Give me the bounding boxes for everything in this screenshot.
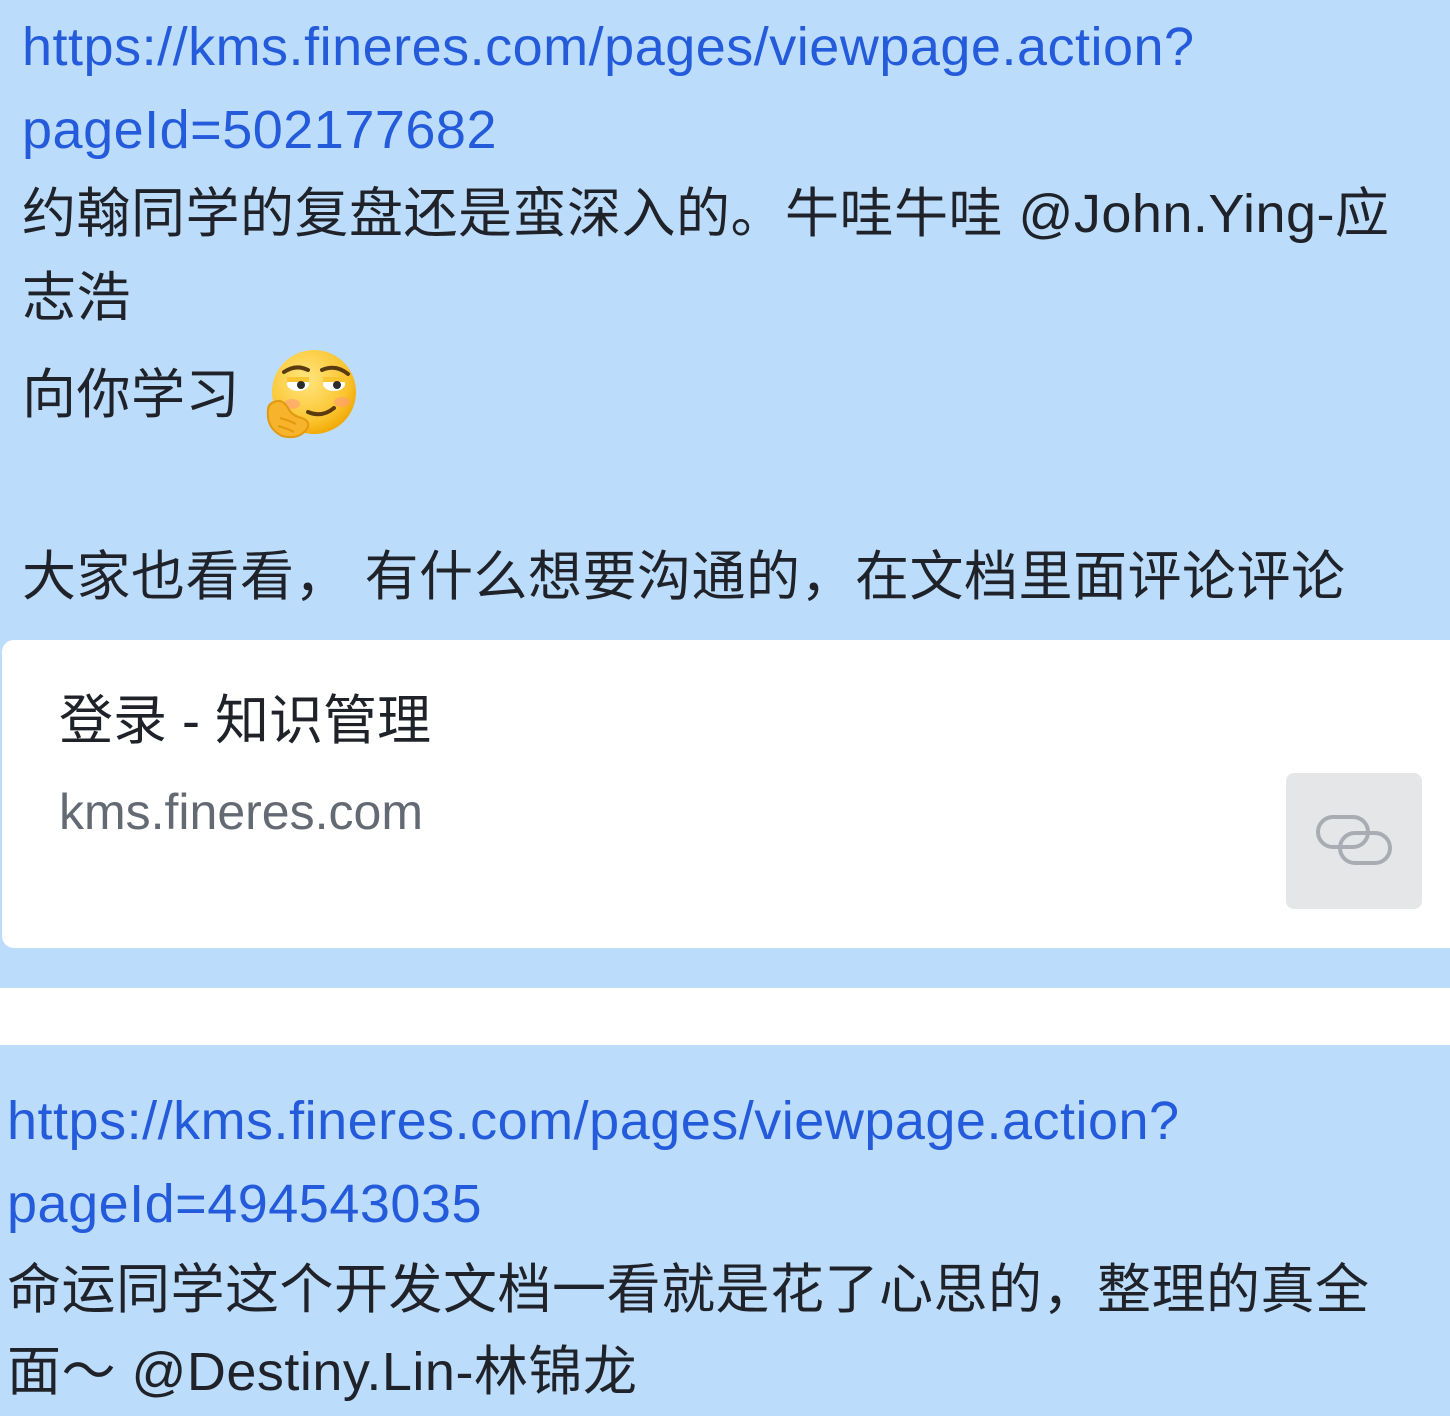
link-preview-card[interactable]: 登录 - 知识管理 kms.fineres.com: [2, 640, 1450, 948]
chat-view: https://kms.fineres.com/pages/viewpage.a…: [0, 0, 1450, 1416]
message-text: 面～ @Destiny.Lin-林锦龙: [7, 1342, 638, 1402]
message-link[interactable]: https://kms.fineres.com/pages/viewpage.a…: [7, 1094, 1180, 1148]
link-preview-thumbnail: [1286, 773, 1422, 909]
link-preview-domain: kms.fineres.com: [59, 784, 423, 840]
message-link[interactable]: pageId=502177682: [22, 103, 497, 157]
message-text: 大家也看看， 有什么想要沟通的，在文档里面评论评论: [22, 547, 1346, 607]
message-link[interactable]: https://kms.fineres.com/pages/viewpage.a…: [22, 20, 1195, 74]
link-preview-title: 登录 - 知识管理: [59, 691, 431, 751]
message-text: 向你学习: [22, 365, 240, 425]
mention-john-ying-continued[interactable]: 志浩: [22, 271, 131, 325]
message-bubble[interactable]: https://kms.fineres.com/pages/viewpage.a…: [0, 0, 1450, 988]
message-text: 命运同学这个开发文档一看就是花了心思的，整理的真全: [7, 1260, 1370, 1320]
link-icon: [1316, 815, 1392, 865]
message-text-segment: 约翰同学的复盘还是蛮深入的。牛哇牛哇: [22, 184, 1019, 244]
message-text: 约翰同学的复盘还是蛮深入的。牛哇牛哇 @John.Ying-应: [22, 187, 1390, 241]
message-link[interactable]: pageId=494543035: [7, 1177, 482, 1231]
thinking-smirk-emoji: [266, 350, 356, 439]
mention-john-ying[interactable]: @John.Ying-应: [1019, 184, 1390, 244]
